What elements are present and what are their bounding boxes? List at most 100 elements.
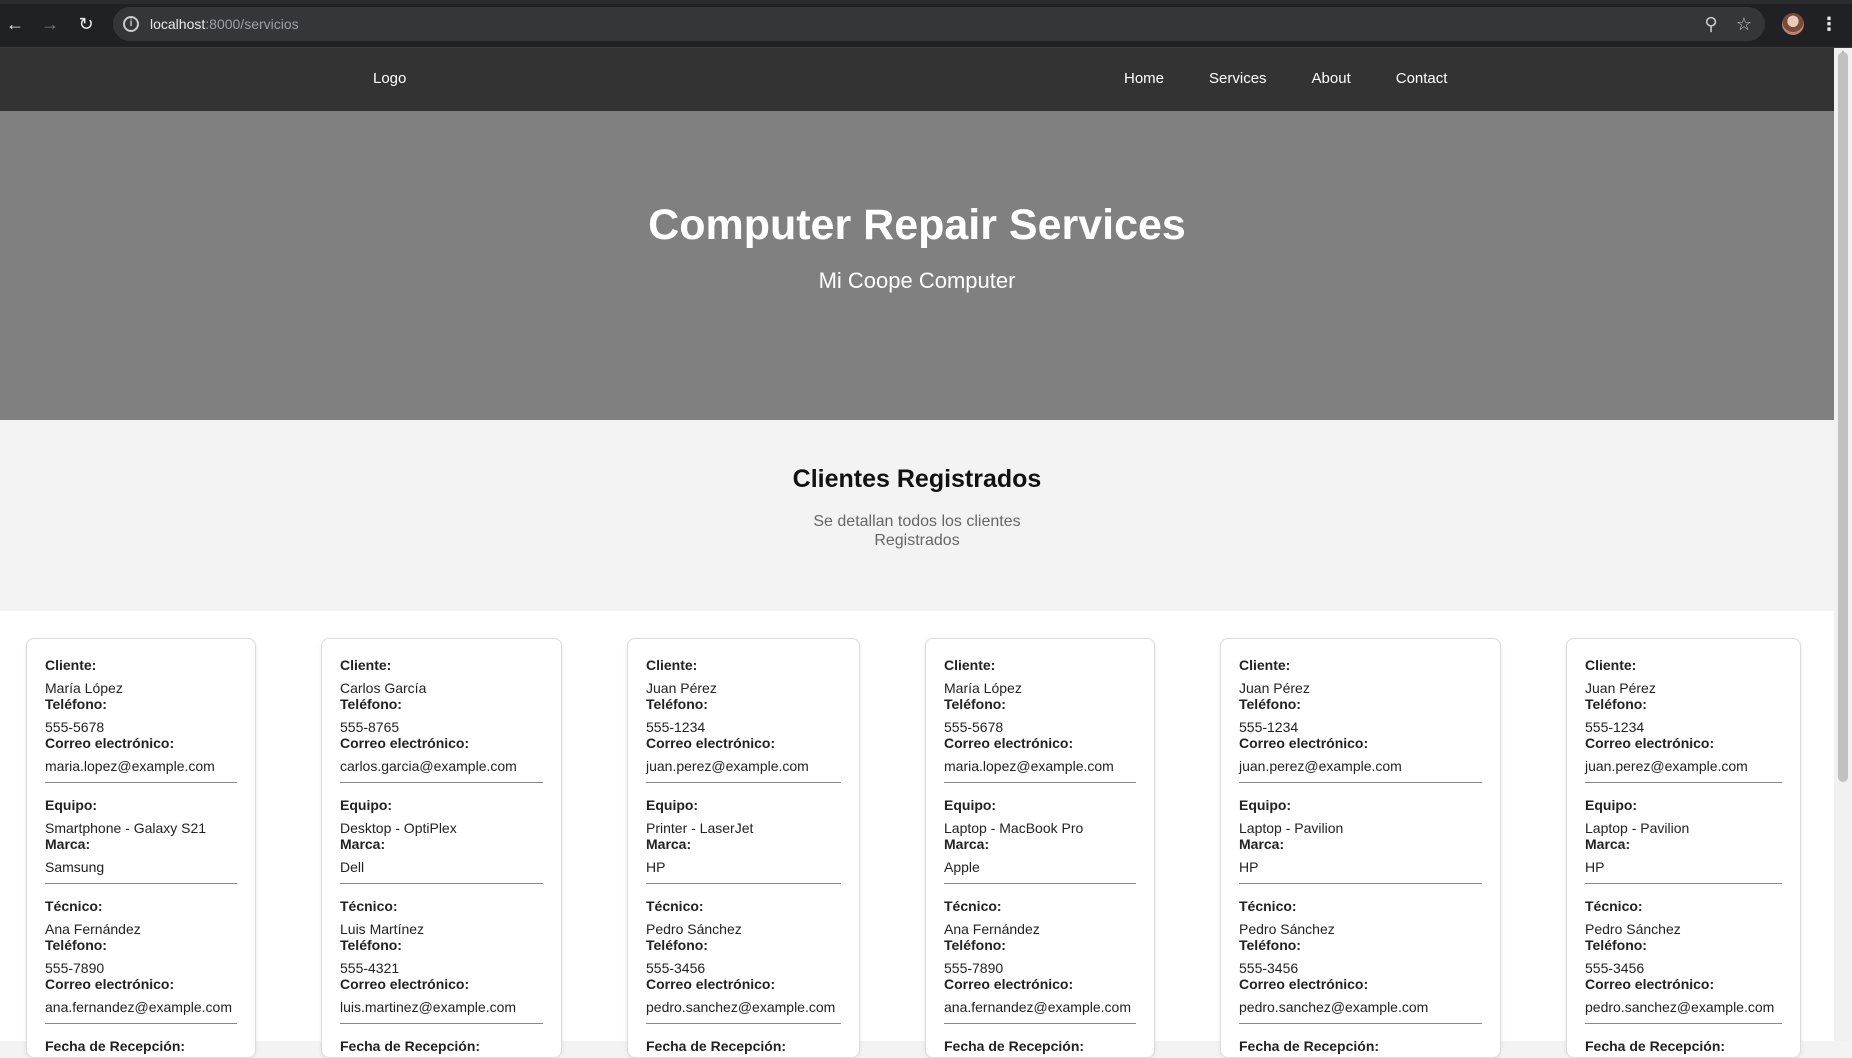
client-phone: 555-5678 (944, 719, 1004, 735)
technician-phone: 555-7890 (944, 960, 1004, 976)
equipment-value: Smartphone - Galaxy S21 (45, 820, 207, 836)
brand-value: Samsung (45, 859, 105, 875)
card-divider (1585, 782, 1782, 783)
client-phone-label: Teléfono: (646, 696, 708, 712)
client-email: maria.lopez@example.com (45, 758, 215, 774)
card-divider (1585, 883, 1782, 884)
technician-email-label: Correo electrónico: (45, 976, 175, 992)
brand-label: Marca: (1239, 836, 1285, 852)
client-label: Cliente: (1239, 657, 1291, 673)
client-name: María López (944, 680, 1022, 696)
client-phone: 555-5678 (45, 719, 105, 735)
technician-email: pedro.sanchez@example.com (1239, 999, 1429, 1015)
technician-email: luis.martinez@example.com (340, 999, 517, 1015)
tab-strip-edge (0, 0, 1852, 4)
card-divider (646, 782, 841, 783)
reception-date-label: Fecha de Recepción: (1239, 1038, 1380, 1054)
client-phone: 555-1234 (646, 719, 706, 735)
equipment-value: Laptop - MacBook Pro (944, 820, 1084, 836)
client-phone-label: Teléfono: (45, 696, 107, 712)
nav-services[interactable]: Services (1209, 70, 1267, 87)
client-email-label: Correo electrónico: (1239, 735, 1369, 751)
client-email-label: Correo electrónico: (45, 735, 175, 751)
technician-label: Técnico: (45, 898, 103, 914)
client-email: juan.perez@example.com (646, 758, 809, 774)
technician-email: pedro.sanchez@example.com (646, 999, 836, 1015)
technician-name: Pedro Sánchez (1239, 921, 1335, 937)
card-divider (944, 883, 1136, 884)
client-phone-label: Teléfono: (340, 696, 402, 712)
cards-grid: Cliente: María López Teléfono: 555-5678 Corr… (0, 611, 1834, 1058)
card-divider (340, 1023, 543, 1024)
client-card: Cliente: María López Teléfono: 555-5678 Corr… (925, 638, 1155, 1058)
reload-icon[interactable]: ↻ (76, 14, 96, 34)
nav-home[interactable]: Home (1124, 70, 1164, 87)
client-label: Cliente: (646, 657, 698, 673)
client-card: Cliente: Carlos García Teléfono: 555-8765 Co… (321, 638, 562, 1058)
card-divider (1585, 1023, 1782, 1024)
brand-label: Marca: (340, 836, 386, 852)
nav-contact[interactable]: Contact (1396, 70, 1448, 87)
card-divider (1239, 1023, 1482, 1024)
address-bar[interactable]: i localhost:8000/servicios ⚲ ☆ (113, 7, 1765, 41)
technician-phone: 555-3456 (1239, 960, 1299, 976)
client-email-label: Correo electrónico: (646, 735, 776, 751)
reception-date-label: Fecha de Recepción: (45, 1038, 186, 1054)
technician-phone-label: Teléfono: (944, 937, 1006, 953)
client-card: Cliente: Juan Pérez Teléfono: 555-1234 Corre… (627, 638, 860, 1058)
technician-name: Pedro Sánchez (1585, 921, 1681, 937)
back-arrow-icon[interactable]: ← (5, 14, 25, 34)
kebab-menu-icon[interactable]: ⋮ (1820, 12, 1838, 36)
brand-value: HP (1239, 859, 1259, 875)
url-path: :8000/servicios (205, 16, 299, 32)
card-divider (646, 883, 841, 884)
client-label: Cliente: (45, 657, 97, 673)
hero-title: Computer Repair Services (648, 201, 1186, 249)
client-name: Carlos García (340, 680, 427, 696)
brand-label: Marca: (944, 836, 990, 852)
logo-broken-image[interactable]: Logo (373, 70, 406, 87)
client-email-label: Correo electrónico: (1585, 735, 1715, 751)
card-divider (340, 883, 543, 884)
technician-phone-label: Teléfono: (340, 937, 402, 953)
section-title: Clientes Registrados (792, 465, 1042, 493)
client-card: Cliente: Juan Pérez Teléfono: 555-1234 Corre… (1566, 638, 1801, 1058)
card-divider (1239, 883, 1482, 884)
technician-name: Luis Martínez (340, 921, 425, 937)
info-icon[interactable]: i (123, 16, 139, 32)
technician-email: ana.fernandez@example.com (944, 999, 1131, 1015)
equipment-label: Equipo: (944, 797, 997, 813)
equipment-value: Laptop - Pavilion (1585, 820, 1690, 836)
technician-label: Técnico: (646, 898, 704, 914)
star-icon[interactable]: ☆ (1733, 13, 1755, 35)
equipment-label: Equipo: (45, 797, 98, 813)
zoom-icon[interactable]: ⚲ (1700, 13, 1722, 35)
forward-arrow-icon[interactable]: → (40, 14, 60, 34)
reception-date-label: Fecha de Recepción: (646, 1038, 787, 1054)
technician-phone-label: Teléfono: (646, 937, 708, 953)
client-name: María López (45, 680, 123, 696)
url-text[interactable]: localhost:8000/servicios (150, 16, 299, 32)
client-phone-label: Teléfono: (944, 696, 1006, 712)
reception-date-label: Fecha de Recepción: (340, 1038, 481, 1054)
technician-phone: 555-3456 (646, 960, 706, 976)
technician-phone-label: Teléfono: (45, 937, 107, 953)
hero-subtitle: Mi Coope Computer (818, 268, 1016, 293)
technician-label: Técnico: (340, 898, 398, 914)
client-name: Juan Pérez (646, 680, 717, 696)
scrollbar-thumb[interactable] (1838, 52, 1848, 782)
client-email: juan.perez@example.com (1585, 758, 1748, 774)
technician-email-label: Correo electrónico: (944, 976, 1074, 992)
technician-name: Pedro Sánchez (646, 921, 742, 937)
client-email: maria.lopez@example.com (944, 758, 1114, 774)
card-divider (646, 1023, 841, 1024)
technician-phone: 555-4321 (340, 960, 400, 976)
nav-about[interactable]: About (1312, 70, 1351, 87)
technician-email: pedro.sanchez@example.com (1585, 999, 1775, 1015)
hero-banner: Computer Repair Services Mi Coope Comput… (0, 111, 1834, 420)
technician-label: Técnico: (944, 898, 1002, 914)
technician-phone-label: Teléfono: (1585, 937, 1647, 953)
technician-email-label: Correo electrónico: (340, 976, 470, 992)
profile-avatar[interactable] (1782, 13, 1804, 35)
equipment-label: Equipo: (646, 797, 699, 813)
